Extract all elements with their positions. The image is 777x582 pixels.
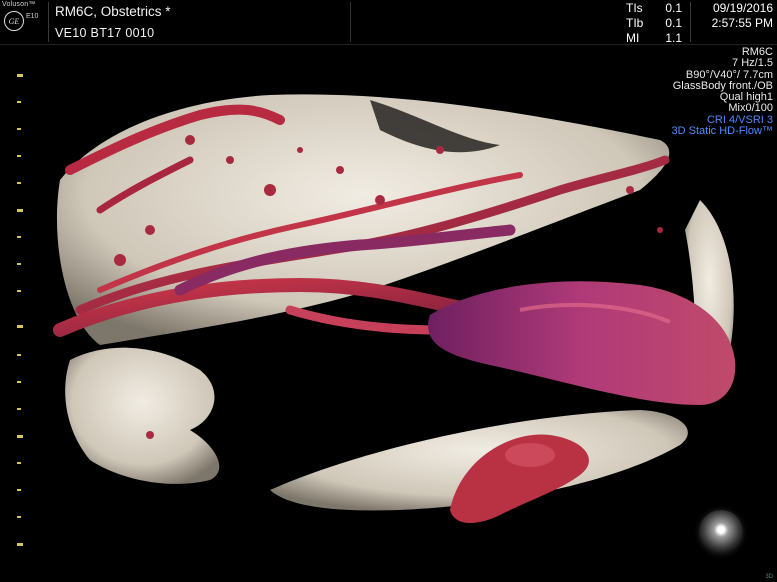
header-divider-line (0, 44, 777, 45)
datetime-panel: 09/19/2016 2:57:55 PM (712, 1, 773, 31)
thermal-index-panel: TIs 0.1 TIb 0.1 MI 1.1 (626, 1, 682, 46)
scale-tick (17, 354, 21, 356)
volume-render-image (53, 94, 736, 524)
corner-tag: 3D (765, 574, 773, 580)
logo-brand: Voluson™ (2, 1, 36, 8)
scale-tick (17, 290, 21, 292)
logo-mark: GE (4, 11, 24, 31)
header-divider (48, 2, 49, 42)
header-divider (690, 2, 691, 42)
time-label: 2:57:55 PM (711, 16, 773, 30)
scale-tick (17, 236, 21, 238)
scale-tick (17, 489, 21, 491)
header-patient-area (350, 2, 609, 42)
scale-tick (17, 128, 21, 130)
scale-tick (17, 74, 23, 77)
session-id: VE10 BT17 0010 (55, 26, 155, 40)
scale-tick (17, 263, 21, 265)
scale-tick (17, 516, 21, 518)
ti-value: 0.1 (665, 16, 682, 30)
ti-label: TIs (626, 1, 643, 15)
ti-value: 0.1 (665, 1, 682, 15)
ti-row: TIb 0.1 (626, 16, 682, 31)
scale-tick (17, 543, 23, 546)
scale-tick (17, 101, 21, 103)
orientation-sphere-icon[interactable] (699, 510, 743, 554)
scale-tick (17, 182, 21, 184)
ti-label: TIb (626, 16, 644, 30)
scale-tick (17, 325, 23, 328)
probe-exam-label: RM6C, Obstetrics * (55, 4, 171, 19)
scale-tick (17, 462, 21, 464)
scale-tick (17, 155, 21, 157)
lower-vessel-highlight (505, 443, 555, 467)
date-label: 09/19/2016 (712, 1, 773, 15)
lower-left-tissue-region (65, 347, 220, 484)
logo-model: E10 (26, 13, 39, 20)
scale-tick (17, 209, 23, 212)
scale-tick (17, 381, 21, 383)
ge-logo-icon: Voluson™ GE E10 (2, 0, 48, 44)
scale-tick (17, 408, 21, 410)
ti-row: TIs 0.1 (626, 1, 682, 16)
umbilical-cord (428, 281, 736, 405)
scale-tick (17, 435, 23, 438)
header-bar: Voluson™ GE E10 RM6C, Obstetrics * VE10 … (0, 0, 777, 46)
